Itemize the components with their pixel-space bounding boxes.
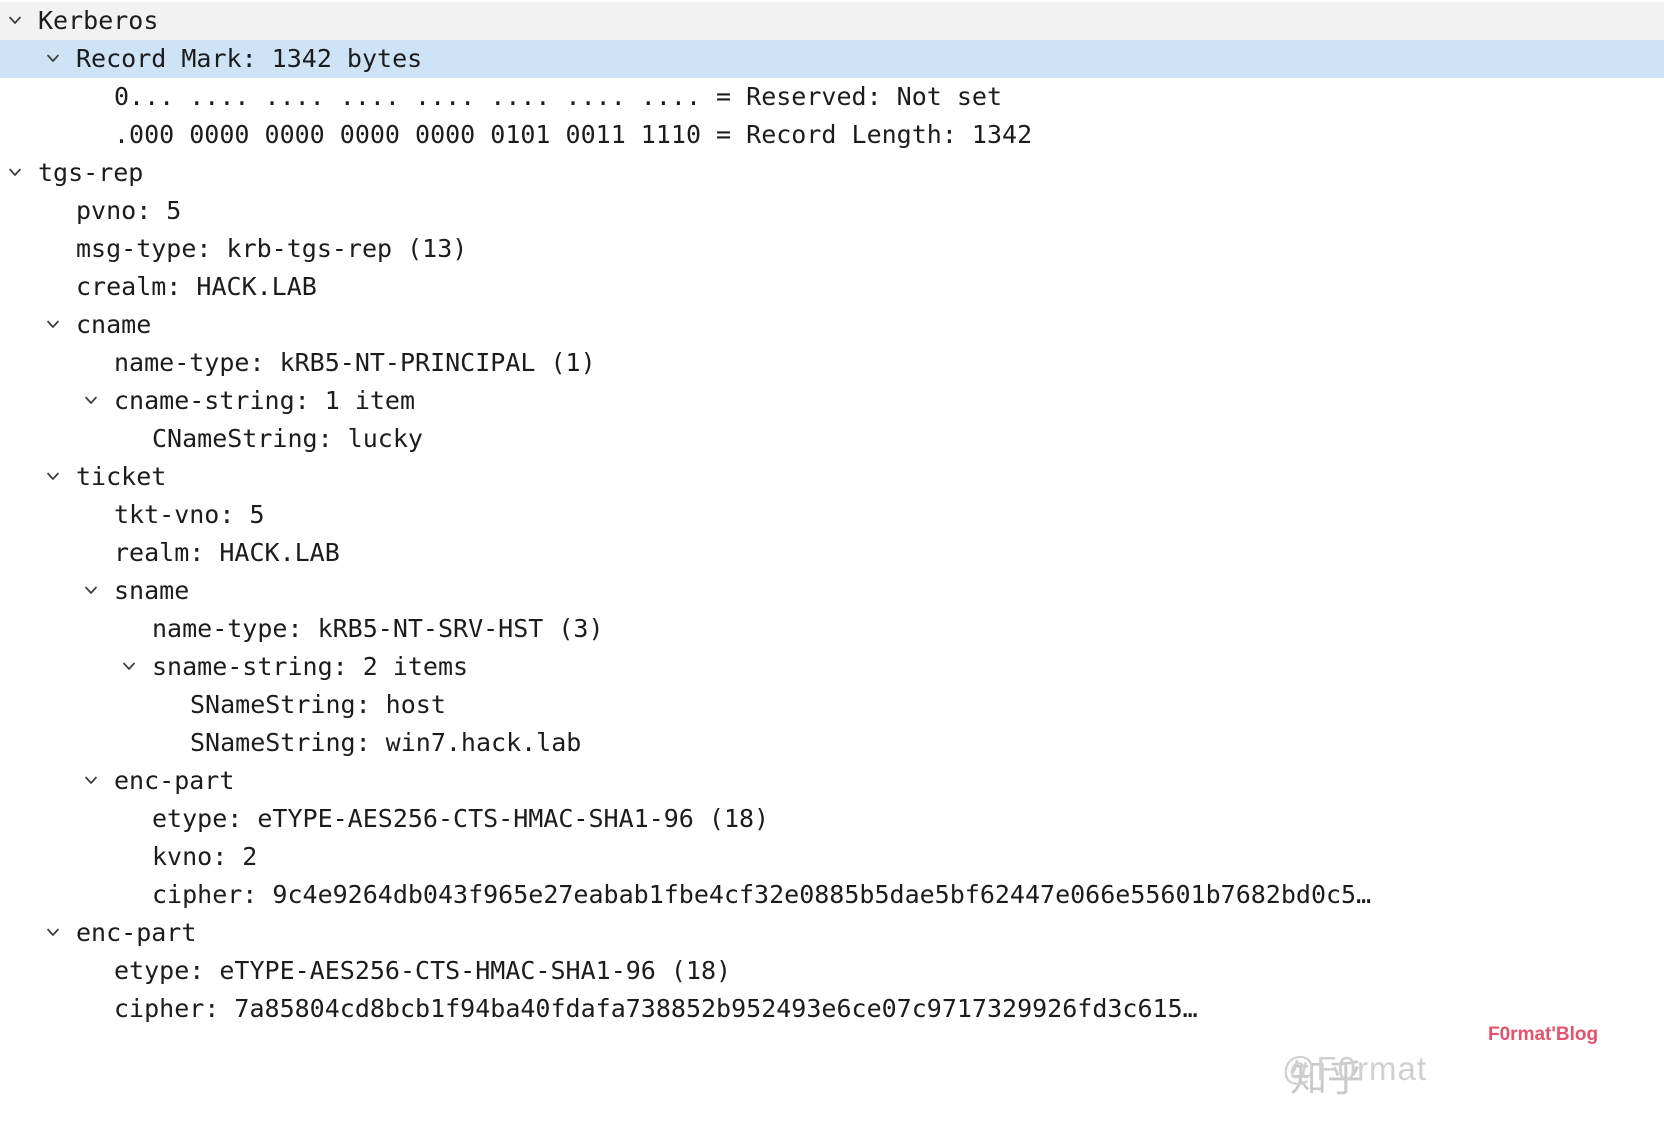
- tree-row-snamestring-win7[interactable]: SNameString: win7.hack.lab: [0, 724, 1664, 762]
- chevron-down-icon[interactable]: [78, 382, 104, 420]
- chevron-down-icon[interactable]: [78, 572, 104, 610]
- tree-row-tkt-vno[interactable]: tkt-vno: 5: [0, 496, 1664, 534]
- tree-row-label: Record Mark: 1342 bytes: [76, 44, 423, 73]
- tree-row-label: SNameString: win7.hack.lab: [190, 728, 582, 757]
- tree-row-tgs-rep[interactable]: tgs-rep: [0, 154, 1664, 192]
- chevron-down-icon[interactable]: [78, 762, 104, 800]
- tree-row-label: .000 0000 0000 0000 0000 0101 0011 1110 …: [114, 120, 1033, 149]
- chevron-down-icon[interactable]: [116, 648, 142, 686]
- tree-row-label: CNameString: lucky: [152, 424, 423, 453]
- tree-row-label: pvno: 5: [76, 196, 182, 225]
- packet-details-tree[interactable]: Kerberos Record Mark: 1342 bytes 0... ....…: [0, 0, 1664, 1136]
- chevron-down-icon[interactable]: [2, 2, 28, 40]
- tree-row-label: cname-string: 1 item: [114, 386, 416, 415]
- tree-row-label: Kerberos: [38, 6, 159, 35]
- tree-row-label: sname-string: 2 items: [152, 652, 469, 681]
- tree-row-sname-string[interactable]: sname-string: 2 items: [0, 648, 1664, 686]
- tree-row-label: cname: [76, 310, 152, 339]
- tree-row-outer-etype[interactable]: etype: eTYPE-AES256-CTS-HMAC-SHA1-96 (18…: [0, 952, 1664, 990]
- tree-row-outer-enc-part[interactable]: enc-part: [0, 914, 1664, 952]
- chevron-down-icon[interactable]: [40, 458, 66, 496]
- tree-row-ticket-enc-part[interactable]: enc-part: [0, 762, 1664, 800]
- tree-row-pvno[interactable]: pvno: 5: [0, 192, 1664, 230]
- tree-row-label: msg-type: krb-tgs-rep (13): [76, 234, 468, 263]
- tree-row-sname-name-type[interactable]: name-type: kRB5-NT-SRV-HST (3): [0, 610, 1664, 648]
- tree-row-ticket-kvno[interactable]: kvno: 2: [0, 838, 1664, 876]
- tree-row-label: cipher: 9c4e9264db043f965e27eabab1fbe4cf…: [152, 880, 1372, 909]
- tree-row-label: enc-part: [114, 766, 235, 795]
- tree-row-label: realm: HACK.LAB: [114, 538, 340, 567]
- tree-row-record-mark[interactable]: Record Mark: 1342 bytes: [0, 40, 1664, 78]
- tree-row-record-length-bits[interactable]: .000 0000 0000 0000 0000 0101 0011 1110 …: [0, 116, 1664, 154]
- tree-row-ticket-etype[interactable]: etype: eTYPE-AES256-CTS-HMAC-SHA1-96 (18…: [0, 800, 1664, 838]
- tree-row-cname-string[interactable]: cname-string: 1 item: [0, 382, 1664, 420]
- tree-row-label: enc-part: [76, 918, 197, 947]
- tree-row-label: ticket: [76, 462, 167, 491]
- tree-row-label: cipher: 7a85804cd8bcb1f94ba40fdafa738852…: [114, 994, 1198, 1023]
- tree-row-snamestring-host[interactable]: SNameString: host: [0, 686, 1664, 724]
- tree-row-kerberos[interactable]: Kerberos: [0, 2, 1664, 40]
- tree-row-label: SNameString: host: [190, 690, 446, 719]
- tree-row-crealm[interactable]: crealm: HACK.LAB: [0, 268, 1664, 306]
- tree-row-label: 0... .... .... .... .... .... .... .... …: [114, 82, 1003, 111]
- tree-row-outer-cipher[interactable]: cipher: 7a85804cd8bcb1f94ba40fdafa738852…: [0, 990, 1664, 1028]
- tree-row-cname[interactable]: cname: [0, 306, 1664, 344]
- chevron-down-icon[interactable]: [40, 914, 66, 952]
- tree-row-cnamestring-lucky[interactable]: CNameString: lucky: [0, 420, 1664, 458]
- tree-row-label: etype: eTYPE-AES256-CTS-HMAC-SHA1-96 (18…: [152, 804, 770, 833]
- tree-row-label: etype: eTYPE-AES256-CTS-HMAC-SHA1-96 (18…: [114, 956, 732, 985]
- tree-row-label: kvno: 2: [152, 842, 258, 871]
- chevron-down-icon[interactable]: [40, 40, 66, 78]
- tree-row-label: name-type: kRB5-NT-SRV-HST (3): [152, 614, 604, 643]
- tree-row-label: tgs-rep: [38, 158, 144, 187]
- tree-row-label: crealm: HACK.LAB: [76, 272, 317, 301]
- tree-row-reserved-bits[interactable]: 0... .... .... .... .... .... .... .... …: [0, 78, 1664, 116]
- tree-row-ticket-realm[interactable]: realm: HACK.LAB: [0, 534, 1664, 572]
- chevron-down-icon[interactable]: [40, 306, 66, 344]
- tree-row-label: sname: [114, 576, 190, 605]
- tree-row-label: tkt-vno: 5: [114, 500, 265, 529]
- tree-row-msg-type[interactable]: msg-type: krb-tgs-rep (13): [0, 230, 1664, 268]
- tree-row-cname-name-type[interactable]: name-type: kRB5-NT-PRINCIPAL (1): [0, 344, 1664, 382]
- tree-row-ticket[interactable]: ticket: [0, 458, 1664, 496]
- tree-row-ticket-cipher[interactable]: cipher: 9c4e9264db043f965e27eabab1fbe4cf…: [0, 876, 1664, 914]
- tree-row-label: name-type: kRB5-NT-PRINCIPAL (1): [114, 348, 596, 377]
- chevron-down-icon[interactable]: [2, 154, 28, 192]
- tree-row-sname[interactable]: sname: [0, 572, 1664, 610]
